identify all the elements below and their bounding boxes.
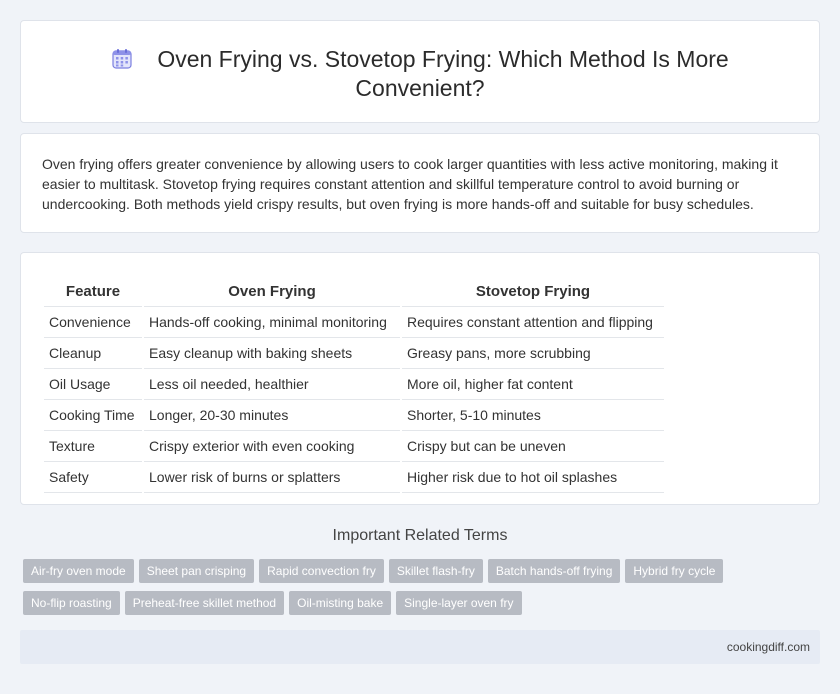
table-cell: Crispy exterior with even cooking bbox=[144, 431, 400, 462]
table-cell: Cleanup bbox=[44, 338, 142, 369]
table-cell: Lower risk of burns or splatters bbox=[144, 462, 400, 493]
table-cell: Cooking Time bbox=[44, 400, 142, 431]
table-row: Cleanup Easy cleanup with baking sheets … bbox=[44, 338, 664, 369]
tag-oil-misting-bake[interactable]: Oil-misting bake bbox=[289, 591, 392, 615]
table-cell: Texture bbox=[44, 431, 142, 462]
table-cell: Greasy pans, more scrubbing bbox=[402, 338, 664, 369]
tag-single-layer-oven-fry[interactable]: Single-layer oven fry bbox=[396, 591, 522, 615]
column-header-feature: Feature bbox=[44, 273, 142, 307]
table-row: Convenience Hands-off cooking, minimal m… bbox=[44, 307, 664, 338]
column-header-stovetop: Stovetop Frying bbox=[402, 273, 664, 307]
related-terms-heading: Important Related Terms bbox=[332, 527, 508, 544]
title-card: Oven Frying vs. Stovetop Frying: Which M… bbox=[20, 20, 820, 123]
comparison-table: Feature Oven Frying Stovetop Frying Conv… bbox=[42, 273, 666, 493]
table-row: Texture Crispy exterior with even cookin… bbox=[44, 431, 664, 462]
tag-no-flip-roasting[interactable]: No-flip roasting bbox=[23, 591, 120, 615]
summary-text: Oven frying offers greater convenience b… bbox=[42, 156, 778, 212]
table-cell: Shorter, 5-10 minutes bbox=[402, 400, 664, 431]
table-row: Oil Usage Less oil needed, healthier Mor… bbox=[44, 369, 664, 400]
table-cell: Safety bbox=[44, 462, 142, 493]
table-cell: Easy cleanup with baking sheets bbox=[144, 338, 400, 369]
comparison-card: Feature Oven Frying Stovetop Frying Conv… bbox=[20, 252, 820, 505]
table-row: Cooking Time Longer, 20-30 minutes Short… bbox=[44, 400, 664, 431]
footer-site-link[interactable]: cookingdiff.com bbox=[727, 640, 810, 654]
table-cell: Crispy but can be uneven bbox=[402, 431, 664, 462]
tag-air-fry-oven-mode[interactable]: Air-fry oven mode bbox=[23, 559, 134, 583]
tag-row: Air-fry oven mode Sheet pan crisping Rapid… bbox=[23, 559, 823, 591]
table-cell: More oil, higher fat content bbox=[402, 369, 664, 400]
tag-rapid-convection-fry[interactable]: Rapid convection fry bbox=[259, 559, 384, 583]
table-cell: Convenience bbox=[44, 307, 142, 338]
calendar-icon bbox=[112, 49, 132, 69]
column-header-oven: Oven Frying bbox=[144, 273, 400, 307]
tag-sheet-pan-crisping[interactable]: Sheet pan crisping bbox=[138, 559, 255, 583]
tag-hybrid-fry-cycle[interactable]: Hybrid fry cycle bbox=[625, 559, 724, 583]
footer: cookingdiff.com bbox=[20, 630, 820, 664]
page-title: Oven Frying vs. Stovetop Frying: Which M… bbox=[81, 45, 759, 103]
table-cell: Less oil needed, healthier bbox=[144, 369, 400, 400]
table-row: Safety Lower risk of burns or splatters … bbox=[44, 462, 664, 493]
summary-card: Oven frying offers greater convenience b… bbox=[20, 133, 820, 233]
tag-preheat-free-skillet-method[interactable]: Preheat-free skillet method bbox=[124, 591, 285, 615]
table-cell: Longer, 20-30 minutes bbox=[144, 400, 400, 431]
related-terms-tags: Air-fry oven mode Sheet pan crisping Rapid… bbox=[23, 559, 823, 623]
table-cell: Oil Usage bbox=[44, 369, 142, 400]
tag-batch-hands-off-frying[interactable]: Batch hands-off frying bbox=[487, 559, 621, 583]
page-title-text: Oven Frying vs. Stovetop Frying: Which M… bbox=[157, 46, 729, 101]
table-cell: Higher risk due to hot oil splashes bbox=[402, 462, 664, 493]
table-cell: Hands-off cooking, minimal monitoring bbox=[144, 307, 400, 338]
table-header-row: Feature Oven Frying Stovetop Frying bbox=[44, 273, 664, 307]
table-cell: Requires constant attention and flipping bbox=[402, 307, 664, 338]
tag-skillet-flash-fry[interactable]: Skillet flash-fry bbox=[388, 559, 483, 583]
tag-row: No-flip roasting Preheat-free skillet met… bbox=[23, 591, 823, 623]
